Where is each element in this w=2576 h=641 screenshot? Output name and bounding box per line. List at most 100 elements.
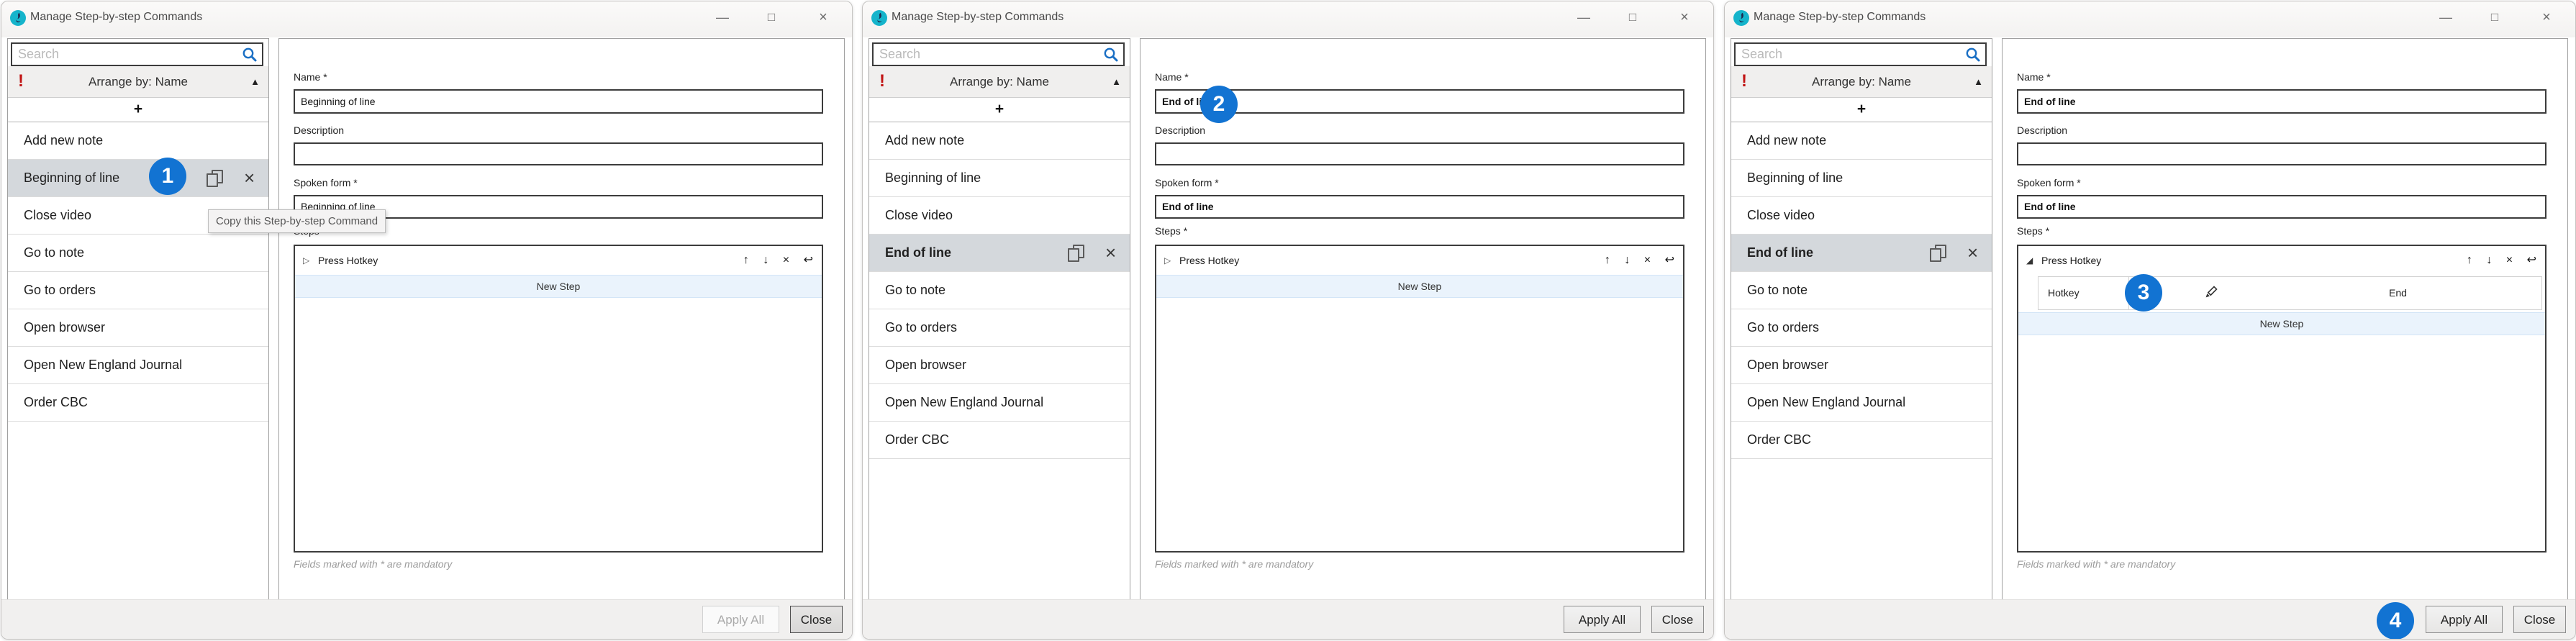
delete-command-icon[interactable]: ×: [1105, 235, 1116, 271]
move-up-icon[interactable]: ↑: [2467, 254, 2472, 266]
maximize-icon[interactable]: □: [2486, 1, 2503, 33]
copy-tooltip: Copy this Step-by-step Command: [208, 209, 386, 233]
description-label: Description: [1155, 124, 1205, 136]
delete-step-icon[interactable]: ×: [1644, 254, 1651, 266]
list-item[interactable]: Go to note: [869, 272, 1130, 309]
close-button[interactable]: Close: [790, 606, 843, 633]
list-item[interactable]: Go to note: [1731, 272, 1992, 309]
add-command-button[interactable]: +: [1731, 98, 1992, 122]
list-item[interactable]: Open browser: [1731, 347, 1992, 384]
copy-command-icon[interactable]: [1930, 245, 1947, 262]
search-input[interactable]: [1736, 44, 1985, 65]
description-field[interactable]: [294, 142, 823, 165]
step-row[interactable]: ▷ Press Hotkey ↑ ↓ × ↩: [1156, 246, 1683, 275]
name-field[interactable]: End of line: [2017, 89, 2546, 114]
minimize-icon[interactable]: —: [2437, 1, 2454, 33]
close-window-icon[interactable]: ×: [1676, 1, 1693, 33]
delete-command-icon[interactable]: ×: [244, 160, 255, 196]
command-list-panel: ! Arrange by: Name ▲ + Add new note Begi…: [7, 38, 269, 601]
new-step-button[interactable]: New Step: [2018, 312, 2545, 335]
copy-command-icon[interactable]: [207, 170, 224, 187]
list-item[interactable]: Open New England Journal: [1731, 384, 1992, 422]
list-item[interactable]: Order CBC: [869, 422, 1130, 459]
close-button[interactable]: Close: [1651, 606, 1704, 633]
arrange-by-header[interactable]: ! Arrange by: Name ▲: [869, 66, 1130, 98]
search-icon[interactable]: [1965, 47, 1981, 63]
list-item[interactable]: Go to orders: [869, 309, 1130, 347]
list-item[interactable]: Add new note: [869, 122, 1130, 160]
edit-hotkey-icon[interactable]: [2203, 285, 2218, 301]
copy-command-icon[interactable]: [1068, 245, 1085, 262]
close-window-icon[interactable]: ×: [815, 1, 832, 33]
move-down-icon[interactable]: ↓: [763, 254, 768, 266]
move-up-icon[interactable]: ↑: [1605, 254, 1610, 266]
minimize-icon[interactable]: —: [1575, 1, 1592, 33]
list-item-selected[interactable]: Beginning of line ×: [8, 160, 268, 197]
delete-command-icon[interactable]: ×: [1967, 235, 1978, 271]
list-item-selected[interactable]: End of line ×: [1731, 235, 1992, 272]
close-button[interactable]: Close: [2513, 606, 2566, 633]
delete-step-icon[interactable]: ×: [783, 254, 789, 266]
list-item[interactable]: Add new note: [1731, 122, 1992, 160]
list-item[interactable]: Order CBC: [1731, 422, 1992, 459]
search-input[interactable]: [874, 44, 1123, 65]
list-item[interactable]: Beginning of line: [1731, 160, 1992, 197]
name-label: Name *: [2017, 71, 2051, 83]
maximize-icon[interactable]: □: [1624, 1, 1641, 33]
list-item[interactable]: Close video: [1731, 197, 1992, 235]
delete-step-icon[interactable]: ×: [2506, 254, 2513, 266]
mandatory-note: Fields marked with * are mandatory: [2017, 558, 2175, 570]
expander-expanded-icon[interactable]: ◢: [2026, 246, 2033, 275]
name-field[interactable]: Beginning of line: [294, 89, 823, 114]
close-window-icon[interactable]: ×: [2538, 1, 2555, 33]
spoken-form-field[interactable]: End of line: [2017, 195, 2546, 219]
step-row[interactable]: ▷ Press Hotkey ↑ ↓ × ↩: [295, 246, 822, 275]
search-input[interactable]: [12, 44, 262, 65]
spoken-form-field[interactable]: End of line: [1155, 195, 1684, 219]
search-box: [872, 42, 1125, 66]
search-icon[interactable]: [242, 47, 258, 63]
undo-step-icon[interactable]: ↩: [2527, 254, 2536, 266]
titlebar: Manage Step-by-step Commands — □ ×: [1725, 1, 2575, 37]
list-item[interactable]: Open New England Journal: [869, 384, 1130, 422]
description-field[interactable]: [1155, 142, 1684, 165]
description-field[interactable]: [2017, 142, 2546, 165]
expander-collapsed-icon[interactable]: ▷: [303, 246, 309, 275]
apply-all-button[interactable]: Apply All: [702, 606, 779, 633]
callout-2: 2: [1200, 86, 1238, 123]
apply-all-button[interactable]: Apply All: [1564, 606, 1641, 633]
add-command-button[interactable]: +: [8, 98, 268, 122]
list-item[interactable]: Close video: [869, 197, 1130, 235]
step-row[interactable]: ◢ Press Hotkey ↑ ↓ × ↩: [2018, 246, 2545, 275]
list-item[interactable]: Go to note: [8, 235, 268, 272]
list-item[interactable]: Beginning of line: [869, 160, 1130, 197]
list-item[interactable]: Order CBC: [8, 384, 268, 422]
list-item-selected[interactable]: End of line ×: [869, 235, 1130, 272]
move-down-icon[interactable]: ↓: [1624, 254, 1630, 266]
maximize-icon[interactable]: □: [763, 1, 780, 33]
sort-ascending-icon: ▲: [250, 66, 260, 98]
undo-step-icon[interactable]: ↩: [804, 254, 813, 266]
minimize-icon[interactable]: —: [714, 1, 731, 33]
mandatory-note: Fields marked with * are mandatory: [294, 558, 452, 570]
arrange-by-header[interactable]: ! Arrange by: Name ▲: [8, 66, 268, 98]
search-icon[interactable]: [1103, 47, 1119, 63]
list-item[interactable]: Open browser: [8, 309, 268, 347]
dialog-window-3: Manage Step-by-step Commands — □ × ! Arr…: [1724, 1, 2576, 640]
apply-all-button[interactable]: Apply All: [2426, 606, 2503, 633]
move-up-icon[interactable]: ↑: [743, 254, 749, 266]
list-item[interactable]: Open New England Journal: [8, 347, 268, 384]
move-down-icon[interactable]: ↓: [2486, 254, 2492, 266]
list-item[interactable]: Go to orders: [8, 272, 268, 309]
list-item[interactable]: Add new note: [8, 122, 268, 160]
undo-step-icon[interactable]: ↩: [1665, 254, 1674, 266]
new-step-button[interactable]: New Step: [295, 275, 822, 298]
new-step-button[interactable]: New Step: [1156, 275, 1683, 298]
add-command-button[interactable]: +: [869, 98, 1130, 122]
sort-ascending-icon: ▲: [1974, 66, 1983, 98]
list-item[interactable]: Open browser: [869, 347, 1130, 384]
expander-collapsed-icon[interactable]: ▷: [1164, 246, 1171, 275]
app-icon: [10, 10, 26, 26]
list-item[interactable]: Go to orders: [1731, 309, 1992, 347]
arrange-by-header[interactable]: ! Arrange by: Name ▲: [1731, 66, 1992, 98]
